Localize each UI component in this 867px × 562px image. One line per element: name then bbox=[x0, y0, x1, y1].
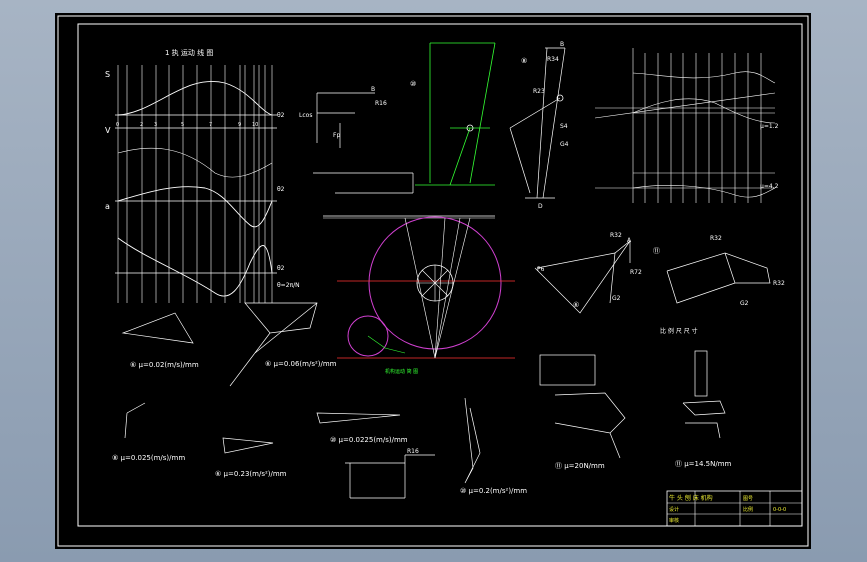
force-box bbox=[539, 354, 626, 459]
label-r72: R72 bbox=[630, 269, 642, 276]
scale-label: ⑪ μ=20N/mm bbox=[555, 462, 605, 470]
title-block-code: 0-0-0 bbox=[773, 507, 786, 513]
axis-a-label: a bbox=[105, 202, 110, 211]
title-block-cell: 审核 bbox=[669, 517, 679, 524]
tick-label: 2 bbox=[140, 122, 143, 128]
scale-label: ⑪ μ=14.5N/mm bbox=[675, 460, 732, 468]
label-lcos: Lcos bbox=[299, 112, 312, 119]
axis-v-label: V bbox=[105, 126, 111, 135]
force-polygon-b bbox=[666, 252, 771, 304]
tick-label: 7 bbox=[209, 122, 212, 128]
displacement-curve bbox=[117, 81, 273, 116]
label-fp: Fp bbox=[333, 132, 340, 139]
label-r32: R32 bbox=[710, 235, 722, 242]
title-block-cell: 设计 bbox=[669, 506, 679, 513]
title-block-cell: 比例 bbox=[743, 506, 753, 513]
view-marker: ⑥ bbox=[573, 301, 579, 309]
scale-label: ⑧ μ=0.025(m/s)/mm bbox=[112, 454, 185, 462]
label-b: B bbox=[560, 41, 564, 48]
right-chart bbox=[594, 48, 776, 203]
tick-label: 0 bbox=[116, 122, 119, 128]
view-marker: ⑩ bbox=[410, 80, 416, 88]
end-label: θ2 bbox=[277, 186, 285, 193]
label-r16: R16 bbox=[375, 100, 387, 107]
crank-caption: 机构运动 简 图 bbox=[385, 368, 418, 375]
label-g4: G4 bbox=[560, 141, 569, 148]
view-marker: ⑧ bbox=[521, 57, 527, 65]
tick-label: 5 bbox=[181, 122, 184, 128]
scale-label: μ=1.2 bbox=[760, 123, 779, 130]
label-r23: R23 bbox=[533, 88, 545, 95]
rocker-link bbox=[509, 47, 566, 199]
velocity-triangle-3 bbox=[316, 412, 401, 424]
scale-label: ⑩ μ=0.2(m/s²)/mm bbox=[460, 487, 527, 495]
end-label: θ2 bbox=[277, 112, 285, 119]
velocity-triangle-1 bbox=[121, 312, 194, 344]
label-r32: R32 bbox=[773, 280, 785, 287]
velocity-triangle-2 bbox=[124, 402, 146, 439]
axis-s-label: S bbox=[105, 70, 110, 79]
label-d: D bbox=[538, 203, 543, 210]
label-s4: S4 bbox=[560, 123, 568, 130]
label-p6: P6 bbox=[537, 266, 545, 273]
scale-label: ⑥ μ=0.06(m/s²)/mm bbox=[265, 360, 337, 368]
tick-label: 3 bbox=[154, 122, 157, 128]
scale-label: ⑩ μ=0.0225(m/s)/mm bbox=[330, 436, 408, 444]
link-sketch bbox=[313, 92, 414, 194]
force-polygon-a bbox=[534, 240, 631, 314]
title-block-cell: 图号 bbox=[743, 496, 753, 502]
scale-caption: 比 例 尺 尺 寸 bbox=[660, 327, 698, 335]
formula-label: θ=2π/N bbox=[277, 282, 300, 289]
motion-chart: 1 执 运动 线 图 S V a θ2 θ2 θ2 θ=2π/N 0 2 3 5… bbox=[105, 48, 300, 303]
force-polygon-c bbox=[682, 350, 726, 439]
accel-triangle-2 bbox=[222, 437, 274, 454]
chart-title: 1 执 运动 线 图 bbox=[165, 48, 213, 57]
end-label: θ2 bbox=[277, 265, 285, 272]
acceleration-curve bbox=[117, 237, 273, 297]
cad-drawing: 1 执 运动 线 图 S V a θ2 θ2 θ2 θ=2π/N 0 2 3 5… bbox=[57, 15, 809, 547]
label-a: A bbox=[627, 237, 632, 244]
accel-polygon-3 bbox=[464, 397, 481, 484]
tick-label: 9 bbox=[238, 122, 241, 128]
scale-label: μ=4.2 bbox=[760, 183, 779, 190]
green-mechanism bbox=[415, 42, 496, 186]
scale-label: ⑥ μ=0.23(m/s²)/mm bbox=[215, 470, 287, 478]
label-r16: R16 bbox=[407, 448, 419, 455]
link-diagram-3 bbox=[345, 454, 435, 499]
label-r34: R34 bbox=[547, 56, 559, 63]
scale-label: ⑥ μ=0.02(m/s)/mm bbox=[130, 361, 199, 369]
drawing-sheet: 1 执 运动 线 图 S V a θ2 θ2 θ2 θ=2π/N 0 2 3 5… bbox=[55, 13, 811, 549]
label-g2: G2 bbox=[740, 300, 749, 307]
title-block-name: 牛 头 刨 床 机构 bbox=[669, 494, 713, 502]
title-block: 牛 头 刨 床 机构 设计 审核 图号 比例 0-0-0 bbox=[666, 490, 803, 527]
view-marker: ⑪ bbox=[653, 247, 660, 255]
velocity-curve bbox=[117, 186, 273, 228]
label-r32: R32 bbox=[610, 232, 622, 239]
accel-polygon-1 bbox=[229, 302, 318, 387]
crank-mechanism: 机构运动 简 图 bbox=[323, 215, 515, 375]
label-b: B bbox=[371, 86, 375, 93]
label-g2: G2 bbox=[612, 295, 621, 302]
tick-label: 10 bbox=[252, 122, 258, 128]
